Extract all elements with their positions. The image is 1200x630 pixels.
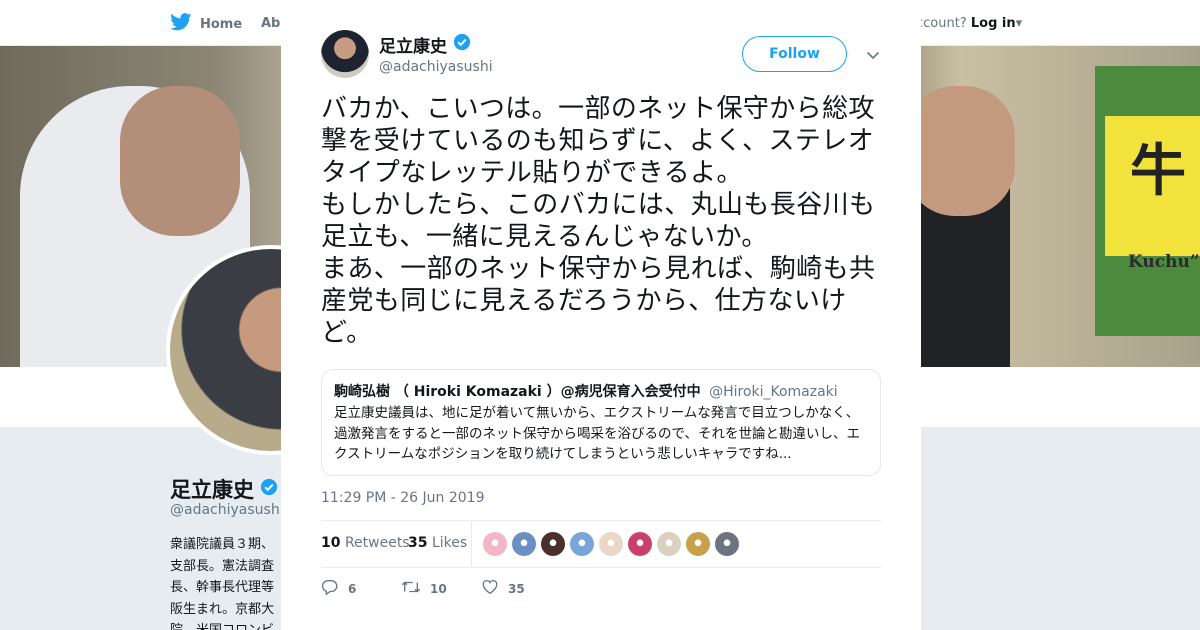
retweets-stat[interactable]: 10 Retweets bbox=[321, 535, 410, 551]
profile-handle: @adachiyasushi bbox=[170, 502, 284, 518]
twitter-bird-icon bbox=[170, 13, 192, 35]
tweet-author-name[interactable]: 足立康史 bbox=[379, 32, 471, 57]
liker-avatar[interactable] bbox=[686, 532, 710, 556]
verified-badge-icon bbox=[260, 477, 278, 501]
reply-count: 6 bbox=[348, 581, 357, 596]
retweets-label: Retweets bbox=[344, 535, 410, 551]
like-button[interactable]: 35 bbox=[481, 578, 525, 599]
liker-avatar[interactable] bbox=[657, 532, 681, 556]
nav-account-area: ccount? Log in▾ bbox=[916, 16, 1022, 31]
banner-kuchu-text: Kuchu” bbox=[1128, 252, 1200, 272]
profile-bio: 衆議院議員３期、 支部長。憲法調査 長、幹事長代理等 阪生まれ。京都大 院、米国… bbox=[170, 534, 290, 630]
chevron-down-icon[interactable] bbox=[865, 47, 881, 63]
liker-avatar[interactable] bbox=[483, 532, 507, 556]
liker-avatar[interactable] bbox=[715, 532, 739, 556]
tweet-modal: 足立康史 @adachiyasushi Follow バカか、こいつは。一部のネ… bbox=[281, 0, 921, 630]
likes-label: Likes bbox=[431, 535, 468, 551]
quoted-author-name: 駒崎弘樹 （ Hiroki Komazaki ）@病児保育入会受付中 bbox=[334, 384, 701, 400]
liker-avatar[interactable] bbox=[512, 532, 536, 556]
profile-name: 足立康史 bbox=[170, 474, 278, 504]
like-count: 35 bbox=[508, 581, 525, 596]
reply-icon bbox=[321, 578, 339, 599]
bio-line: 長、幹事長代理等 bbox=[170, 580, 275, 595]
tweet-text: バカか、こいつは。一部のネット保守から総攻撃を受けているのも知らずに、よく、ステ… bbox=[321, 94, 876, 348]
likes-stat[interactable]: 35 Likes bbox=[408, 535, 467, 551]
tweet-author-name-text: 足立康史 bbox=[379, 37, 447, 57]
heart-icon bbox=[481, 578, 499, 599]
tweet-author-avatar[interactable] bbox=[321, 30, 369, 78]
verified-badge-icon bbox=[453, 33, 471, 56]
quoted-tweet-header: 駒崎弘樹 （ Hiroki Komazaki ）@病児保育入会受付中 @Hiro… bbox=[334, 382, 868, 402]
banner-head-left bbox=[120, 86, 240, 236]
liker-avatar[interactable] bbox=[599, 532, 623, 556]
bio-line: 阪生まれ。京都大 bbox=[170, 601, 275, 617]
close-icon[interactable] bbox=[1154, 12, 1178, 36]
banner-sign-text: 牛 bbox=[1130, 139, 1186, 204]
banner-head-right bbox=[905, 86, 1015, 216]
liker-avatars bbox=[483, 532, 739, 556]
quoted-tweet-text: 足立康史議員は、地に足が着いて無いから、エクストリームな発言で目立つしかなく、過… bbox=[334, 405, 860, 462]
tweet-stats: 10 Retweets 35 Likes bbox=[321, 520, 881, 568]
bio-line: 支部長。憲法調査 bbox=[170, 558, 275, 574]
liker-avatar[interactable] bbox=[628, 532, 652, 556]
bio-line: 衆議院議員３期、 bbox=[170, 537, 275, 552]
tweet-timestamp[interactable]: 11:29 PM - 26 Jun 2019 bbox=[321, 490, 485, 506]
retweets-count: 10 bbox=[321, 535, 341, 551]
bio-line: 院、米国コロンビ bbox=[170, 620, 290, 630]
reply-button[interactable]: 6 bbox=[321, 578, 356, 599]
login-link[interactable]: Log in bbox=[971, 16, 1016, 31]
liker-avatar[interactable] bbox=[541, 532, 565, 556]
follow-button[interactable]: Follow bbox=[742, 36, 847, 72]
retweet-count: 10 bbox=[430, 581, 447, 596]
nav-home-link[interactable]: Home bbox=[170, 13, 242, 35]
profile-name-text: 足立康史 bbox=[170, 478, 254, 502]
retweet-icon bbox=[401, 578, 421, 599]
nav-home-label: Home bbox=[200, 16, 243, 32]
liker-avatar[interactable] bbox=[570, 532, 594, 556]
retweet-button[interactable]: 10 bbox=[401, 578, 447, 599]
quoted-tweet[interactable]: 駒崎弘樹 （ Hiroki Komazaki ）@病児保育入会受付中 @Hiro… bbox=[321, 369, 881, 476]
quoted-author-handle: @Hiroki_Komazaki bbox=[709, 384, 838, 400]
tweet-author-handle[interactable]: @adachiyasushi bbox=[379, 59, 493, 75]
likes-count: 35 bbox=[408, 535, 428, 551]
login-caret-icon: ▾ bbox=[1015, 16, 1023, 31]
nav-account-prefix: ccount? bbox=[916, 16, 967, 31]
stats-divider bbox=[471, 521, 472, 567]
